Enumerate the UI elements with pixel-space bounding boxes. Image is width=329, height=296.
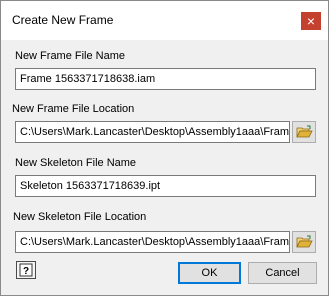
skeleton-file-name-label: New Skeleton File Name — [15, 157, 137, 169]
frame-file-name-field[interactable]: Frame 1563371718638.iam — [15, 68, 316, 90]
skeleton-location-browse-button[interactable] — [292, 231, 316, 253]
create-new-frame-dialog: Create New Frame × New Frame File Name F… — [0, 0, 329, 296]
frame-file-name-label: New Frame File Name — [15, 50, 126, 62]
close-button[interactable]: × — [301, 12, 321, 30]
skeleton-file-name-field[interactable]: Skeleton 1563371718639.ipt — [15, 175, 316, 197]
folder-open-icon — [296, 235, 313, 248]
frame-file-location-field[interactable]: C:\Users\Mark.Lancaster\Desktop\Assembly… — [15, 121, 290, 143]
skeleton-file-location-field[interactable]: C:\Users\Mark.Lancaster\Desktop\Assembly… — [15, 231, 290, 253]
frame-file-location-label: New Frame File Location — [12, 103, 135, 115]
skeleton-file-location-label: New Skeleton File Location — [13, 211, 147, 223]
dialog-title: Create New Frame — [12, 13, 114, 27]
title-bar: Create New Frame × — [1, 1, 328, 40]
help-icon: ? — [19, 263, 33, 277]
ok-button[interactable]: OK — [178, 262, 241, 284]
help-button[interactable]: ? — [16, 261, 36, 279]
folder-open-icon — [296, 125, 313, 138]
cancel-button[interactable]: Cancel — [248, 262, 317, 284]
frame-location-browse-button[interactable] — [292, 121, 316, 143]
svg-text:?: ? — [23, 266, 29, 277]
